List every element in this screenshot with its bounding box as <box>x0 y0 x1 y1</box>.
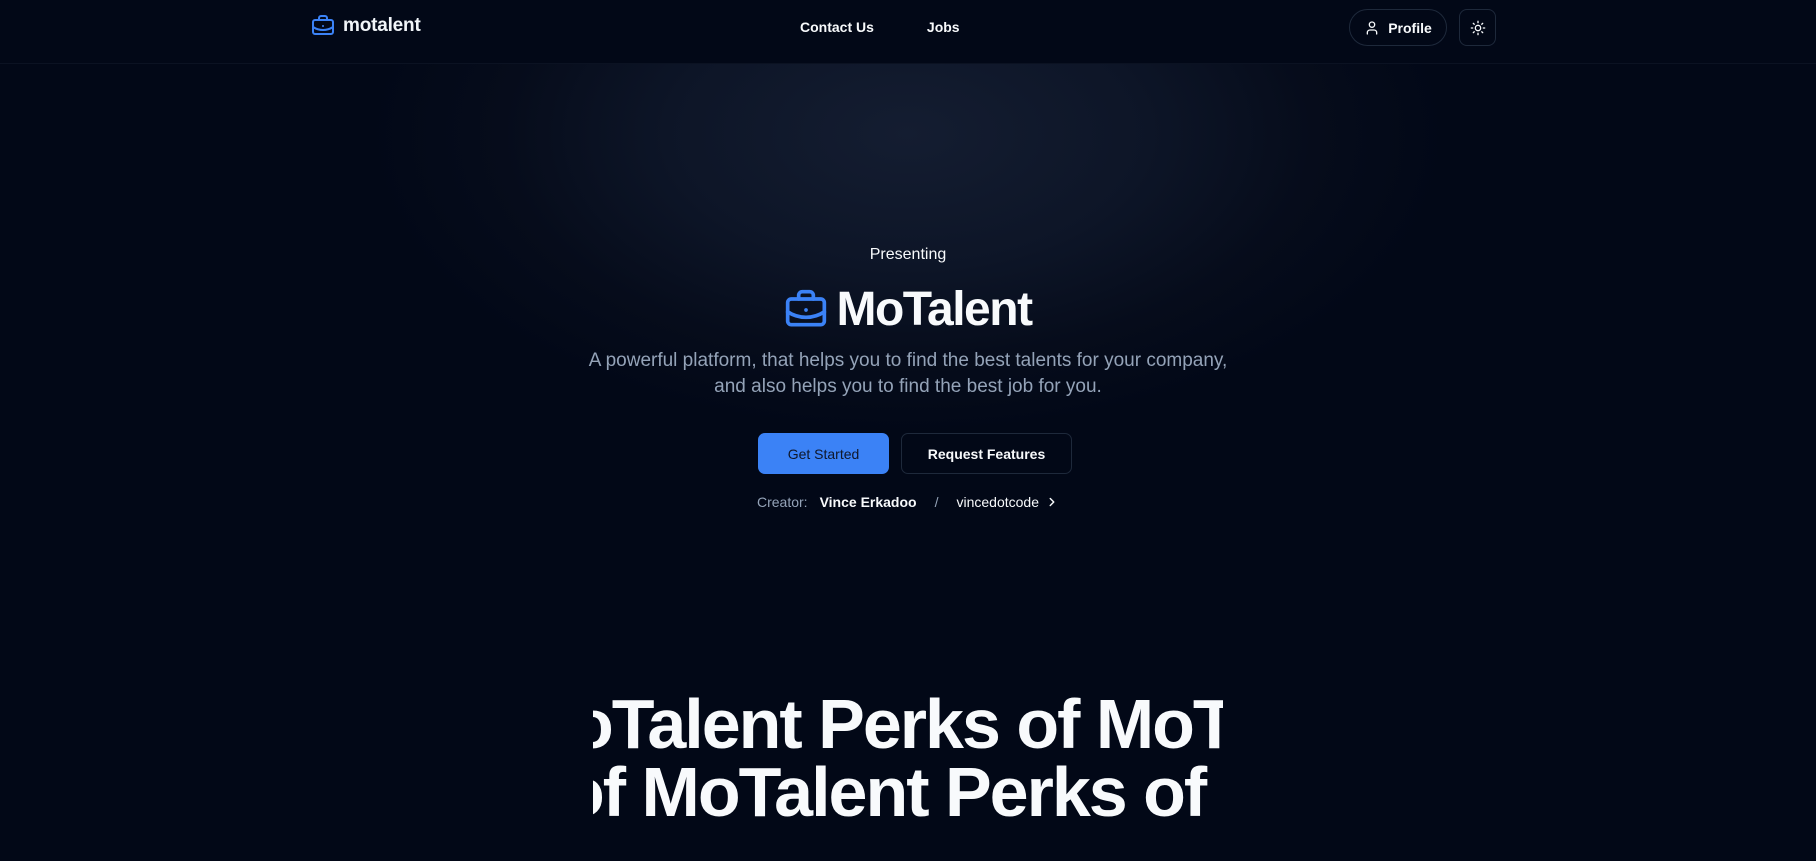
sun-icon <box>1470 20 1486 36</box>
profile-button-label: Profile <box>1388 19 1432 36</box>
chevron-right-icon <box>1045 495 1059 509</box>
main-nav: Contact Us Jobs <box>800 18 960 36</box>
top-navbar: motalent Contact Us Jobs Profile <box>0 0 1816 64</box>
perks-marquee: oTalent Perks of MoT of MoTalent Perks o… <box>593 684 1223 861</box>
briefcase-icon <box>311 14 335 38</box>
hero-section: Presenting MoTalent A powerful platform,… <box>0 64 1816 604</box>
profile-button[interactable]: Profile <box>1349 9 1447 46</box>
hero-tagline: A powerful platform, that helps you to f… <box>588 350 1228 397</box>
marquee-line-2: of MoTalent Perks of <box>593 753 1207 831</box>
nav-link-contact-us[interactable]: Contact Us <box>800 18 874 36</box>
creator-name-link[interactable]: Vince Erkadoo <box>820 494 917 510</box>
request-features-button[interactable]: Request Features <box>901 433 1072 474</box>
hero-title-row: MoTalent <box>0 282 1816 338</box>
logo-text: motalent <box>343 15 421 36</box>
theme-toggle-button[interactable] <box>1459 9 1496 46</box>
creator-label: Creator: <box>757 494 808 510</box>
hero-title: MoTalent <box>836 283 1033 336</box>
user-icon <box>1364 20 1380 36</box>
briefcase-icon <box>784 288 828 332</box>
creator-handle-text: vincedotcode <box>956 494 1039 510</box>
creator-handle-link[interactable]: vincedotcode <box>956 494 1059 510</box>
creator-credit: Creator: Vince Erkadoo / vincedotcode <box>0 494 1816 510</box>
get-started-button[interactable]: Get Started <box>758 433 889 474</box>
nav-link-jobs[interactable]: Jobs <box>927 18 960 36</box>
logo-link[interactable]: motalent <box>311 14 421 38</box>
creator-separator: / <box>934 494 939 510</box>
hero-cta-row: Get Started Request Features <box>0 433 1816 474</box>
hero-eyebrow: Presenting <box>869 246 947 263</box>
